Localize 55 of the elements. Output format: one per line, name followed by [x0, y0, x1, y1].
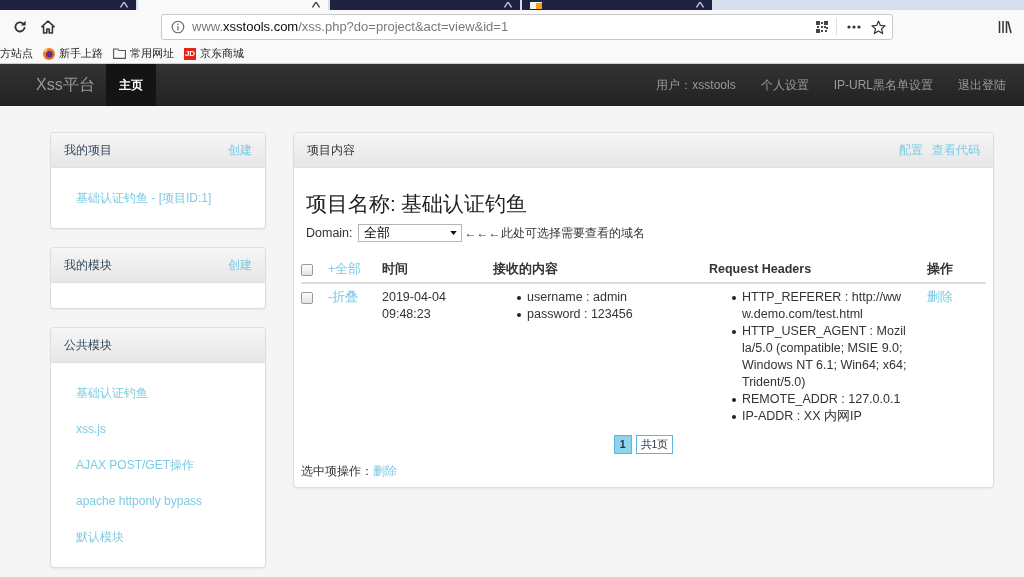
address-bar[interactable]: www.xsstools.com/xss.php?do=project&act=view&id=1	[161, 14, 893, 40]
page-button[interactable]: 共1页	[635, 435, 674, 454]
logo-tile: JD	[184, 47, 196, 60]
bookmark-link[interactable]: 京东商城	[200, 45, 244, 62]
content-item: username : admin	[527, 289, 628, 306]
brand-name[interactable]: Xss平台	[36, 73, 95, 97]
caret-icon	[449, 231, 457, 235]
domain-hint: ←←←此处可选择需要查看的域名	[464, 225, 645, 242]
url-text: www.xsstools.com/xss.php?do=project&act=view&id=1	[192, 18, 509, 37]
nav-link[interactable]: 退出登陆	[958, 76, 1006, 94]
bullet-icon	[517, 296, 521, 300]
info-icon[interactable]	[171, 20, 185, 34]
panel-title: 项目内容	[307, 142, 355, 159]
bulk-action-label: 选中项操作：	[301, 463, 373, 480]
more-icon[interactable]	[847, 25, 861, 29]
column-header: Request Headers	[709, 261, 812, 279]
panel-title: 我的项目	[64, 142, 112, 159]
browser-icon	[43, 47, 55, 60]
bookmark-link[interactable]: 方站点	[0, 45, 33, 62]
reload-icon[interactable]	[13, 20, 27, 34]
nav-tab[interactable]: 主页	[105, 64, 156, 106]
header-item: REMOTE_ADDR : 127.0.0.1	[742, 391, 902, 408]
table-cell: 2019-04-04 09:48:23	[382, 290, 446, 321]
qr-code-icon[interactable]	[816, 21, 828, 33]
column-header: 时间	[382, 261, 408, 279]
content-item: password : 123456	[527, 306, 633, 323]
nav-link[interactable]: 用户：xsstools	[656, 76, 736, 94]
browser-tab[interactable]	[522, 0, 712, 10]
nav-link[interactable]: IP-URL黑名单设置	[833, 76, 933, 94]
header-item: IP-ADDR : XX 内网IP	[742, 408, 863, 425]
header-item: HTTP_REFERER : http://www.demo.com/test.html	[742, 289, 903, 323]
bookmark-link[interactable]: 常用网址	[130, 45, 174, 62]
bullet-icon	[732, 330, 736, 334]
library-icon[interactable]	[998, 20, 1012, 34]
folder-icon	[113, 48, 126, 59]
domain-label: Domain:	[306, 224, 353, 242]
bookmark-link[interactable]: 新手上路	[59, 45, 103, 62]
domain-select[interactable]: 全部	[357, 224, 462, 242]
bullet-icon	[732, 415, 736, 419]
column-header: 操作	[927, 261, 953, 279]
bullet-icon	[732, 296, 736, 300]
close-icon[interactable]	[312, 2, 320, 8]
star-icon[interactable]	[871, 19, 886, 35]
bullet-icon	[732, 398, 736, 402]
panel-title: 我的模块	[64, 257, 112, 274]
header-item: HTTP_USER_AGENT : Mozilla/5.0 (compatible; MSIE 9.0; Windows NT 6.1; Win64; x64; Trident/5.0)	[742, 323, 907, 391]
panel-title: 公共模块	[64, 337, 112, 354]
bullet-icon	[517, 313, 521, 317]
column-header: 接收的内容	[493, 260, 558, 279]
nav-link[interactable]: 个人设置	[760, 76, 809, 94]
checkbox[interactable]	[301, 263, 313, 276]
checkbox[interactable]	[301, 292, 313, 304]
home-icon[interactable]	[41, 20, 55, 34]
page-button[interactable]: 1	[613, 435, 632, 454]
project-heading: 项目名称: 基础认证钓鱼	[305, 191, 529, 217]
